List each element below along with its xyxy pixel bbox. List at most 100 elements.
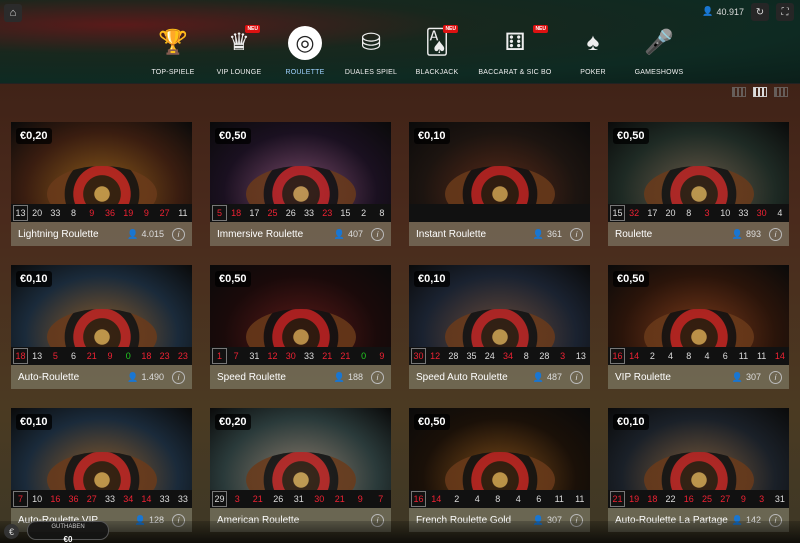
result-number: 33 <box>738 208 749 218</box>
player-count: 487 <box>546 372 562 382</box>
nav-item-duales-spiel[interactable]: ⛁ DUALES SPIEL <box>338 26 404 82</box>
roulette-wheel-image <box>245 166 356 204</box>
nav-item-vip-lounge[interactable]: ♛ NEU VIP LOUNGE <box>206 25 272 82</box>
nav-label: BLACKJACK <box>415 69 459 76</box>
info-icon[interactable]: i <box>172 370 185 384</box>
result-number: 30 <box>411 348 426 364</box>
result-number: 31 <box>293 494 304 504</box>
nav-item-blackjack[interactable]: 🂡 NEU BLACKJACK <box>404 25 470 82</box>
game-card[interactable]: €0,50 1 7 31 12 30 33 21 21 0 9 Speed Roulette 👤 188 i <box>210 265 391 389</box>
game-card[interactable]: €0,10 18 13 5 6 21 9 0 18 23 23 Auto-Roulette 👤 1.490… <box>11 265 192 389</box>
result-number: 15 <box>610 205 625 221</box>
fullscreen-icon[interactable]: ⛶ <box>776 3 794 21</box>
history-icon[interactable]: ↻ <box>751 3 769 21</box>
nav-item-roulette[interactable]: ◎ ROULETTE <box>272 26 338 82</box>
game-card[interactable]: €0,10 30 12 28 35 24 34 8 28 3 13 Speed Auto Roulet… <box>409 265 590 389</box>
result-number: 21 <box>322 351 333 361</box>
result-number: 4 <box>668 351 674 361</box>
game-thumbnail[interactable]: €0,50 <box>608 265 789 347</box>
player-count: 361 <box>546 229 562 239</box>
result-number: 5 <box>212 205 227 221</box>
info-icon[interactable]: i <box>769 227 782 241</box>
home-icon[interactable]: ⌂ <box>4 4 22 22</box>
result-number: 7 <box>233 351 239 361</box>
game-card[interactable]: €0,20 29 3 21 26 31 30 21 9 7 American Roulette i <box>210 408 391 532</box>
result-number: 9 <box>107 351 113 361</box>
nav-item-top-spiele[interactable]: 🏆 TOP-SPIELE <box>140 26 206 82</box>
game-card[interactable]: €0,20 13 20 33 8 9 36 19 9 27 11 Lightning Roulette… <box>11 122 192 246</box>
euro-icon[interactable]: € <box>4 524 19 539</box>
result-number: 28 <box>448 351 459 361</box>
result-number: 33 <box>159 494 170 504</box>
game-thumbnail[interactable]: €0,50 <box>608 122 789 204</box>
result-number: 34 <box>502 351 513 361</box>
roulette-wheel-image <box>46 309 157 347</box>
person-icon: 👤 <box>731 228 743 239</box>
info-icon[interactable]: i <box>371 370 384 384</box>
result-number: 18 <box>13 348 28 364</box>
person-icon: 👤 <box>702 6 714 16</box>
person-icon: 👤 <box>731 371 743 382</box>
wallet-balance[interactable]: GUTHABEN €0 <box>27 521 109 543</box>
nav-item-baccarat-sic-bo[interactable]: ⚅ NEU BACCARAT & SIC BO <box>470 25 560 82</box>
roulette-wheel-image <box>643 452 754 490</box>
info-icon[interactable]: i <box>371 227 384 241</box>
game-title: Instant Roulette <box>416 228 487 240</box>
new-badge: NEU <box>245 25 260 33</box>
result-number: 7 <box>378 494 384 504</box>
result-number: 17 <box>647 208 658 218</box>
result-number: 33 <box>50 208 61 218</box>
wallet-value: €0 <box>63 535 73 543</box>
game-thumbnail[interactable]: €0,10 <box>409 122 590 204</box>
game-thumbnail[interactable]: €0,20 <box>11 122 192 204</box>
result-number: 9 <box>357 494 363 504</box>
nav-item-gameshows[interactable]: 🎤 GAMESHOWS <box>626 26 692 82</box>
result-number: 26 <box>273 494 284 504</box>
player-count-label: 👤 307 <box>732 372 761 383</box>
info-icon[interactable]: i <box>570 370 583 384</box>
game-card[interactable]: €0,10 21 19 18 22 16 25 27 9 3 31 Auto-Roulette La … <box>608 408 789 532</box>
result-number: 1 <box>212 348 227 364</box>
info-icon[interactable]: i <box>172 227 185 241</box>
game-thumbnail[interactable]: €0,20 <box>210 408 391 490</box>
info-icon[interactable]: i <box>570 227 583 241</box>
top-navigation-bar: ⌂ 👤 40.917 ↻ ⛶ 🏆 TOP-SPIELE ♛ NEU VIP LOUNGE… <box>0 0 800 84</box>
result-number: 10 <box>32 494 43 504</box>
large-grid-icon[interactable] <box>732 87 746 97</box>
result-number: 14 <box>431 494 442 504</box>
game-thumbnail[interactable]: €0,10 <box>608 408 789 490</box>
result-number: 2 <box>454 494 460 504</box>
game-card[interactable]: €0,50 5 18 17 25 26 33 23 15 2 8 Immersive Roulette… <box>210 122 391 246</box>
result-number: 12 <box>430 351 441 361</box>
recent-results-strip: 15 32 17 20 8 3 10 33 30 4 <box>608 204 789 222</box>
game-thumbnail[interactable]: €0,50 <box>409 408 590 490</box>
game-thumbnail[interactable]: €0,10 <box>409 265 590 347</box>
game-card[interactable]: €0,10 7 10 16 36 27 33 34 14 33 33 Auto-Roulette VI… <box>11 408 192 532</box>
info-icon[interactable]: i <box>769 370 782 384</box>
recent-results-strip: 16 14 2 4 8 4 6 11 11 14 <box>608 347 789 365</box>
result-number: 21 <box>610 491 625 507</box>
player-count: 407 <box>347 229 363 239</box>
result-number: 34 <box>123 494 134 504</box>
min-bet-badge: €0,20 <box>16 128 52 144</box>
result-number: 21 <box>340 351 351 361</box>
result-number: 8 <box>686 351 692 361</box>
game-thumbnail[interactable]: €0,10 <box>11 265 192 347</box>
game-card[interactable]: €0,10 Instant Roulette 👤 361 i <box>409 122 590 246</box>
player-count-label: 👤 4.015 <box>127 229 164 240</box>
game-thumbnail[interactable]: €0,50 <box>210 122 391 204</box>
game-card[interactable]: €0,50 15 32 17 20 8 3 10 33 30 4 Roulette 👤 893 i <box>608 122 789 246</box>
game-thumbnail[interactable]: €0,10 <box>11 408 192 490</box>
recent-results-strip: 29 3 21 26 31 30 21 9 7 <box>210 490 391 508</box>
game-card[interactable]: €0,50 16 14 2 4 8 4 6 11 11 French Roulette Gold 👤 3… <box>409 408 590 532</box>
nav-item-poker[interactable]: ♠ POKER <box>560 26 626 82</box>
medium-grid-icon[interactable] <box>753 87 767 97</box>
small-grid-icon[interactable] <box>774 87 788 97</box>
game-info-bar: Lightning Roulette 👤 4.015 i <box>11 222 192 246</box>
recent-results-strip: 21 19 18 22 16 25 27 9 3 31 <box>608 490 789 508</box>
game-thumbnail[interactable]: €0,50 <box>210 265 391 347</box>
result-number: 16 <box>683 494 694 504</box>
game-card[interactable]: €0,50 16 14 2 4 8 4 6 11 11 14 VIP Roulette 👤 307 i <box>608 265 789 389</box>
wallet-label: GUTHABEN <box>51 524 85 530</box>
player-count: 307 <box>745 372 761 382</box>
